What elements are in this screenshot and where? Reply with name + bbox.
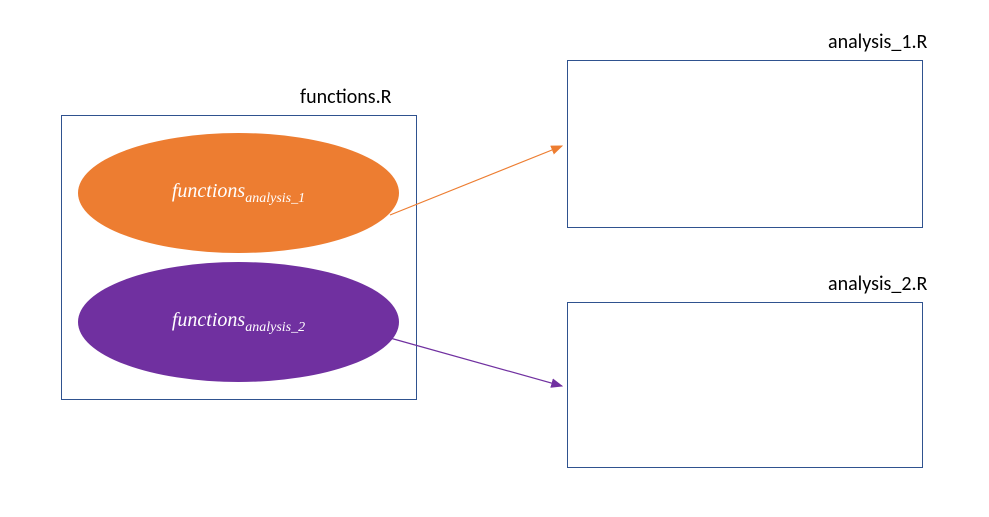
functions-analysis-2-text: functionsanalysis_2 bbox=[172, 309, 305, 336]
functions-analysis-1-base: functions bbox=[172, 180, 245, 202]
analysis-1-box bbox=[567, 60, 923, 228]
functions-analysis-2-base: functions bbox=[172, 309, 245, 331]
functions-analysis-2-ellipse: functionsanalysis_2 bbox=[78, 262, 399, 382]
functions-box-label: functions.R bbox=[300, 85, 392, 109]
analysis-1-box-label: analysis_1.R bbox=[828, 30, 927, 54]
functions-analysis-1-text: functionsanalysis_1 bbox=[172, 180, 305, 207]
functions-analysis-1-sub: analysis_1 bbox=[245, 191, 305, 206]
analysis-2-box bbox=[567, 302, 923, 468]
functions-analysis-1-ellipse: functionsanalysis_1 bbox=[78, 133, 399, 253]
analysis-2-box-label: analysis_2.R bbox=[828, 272, 927, 296]
functions-analysis-2-sub: analysis_2 bbox=[245, 320, 305, 335]
